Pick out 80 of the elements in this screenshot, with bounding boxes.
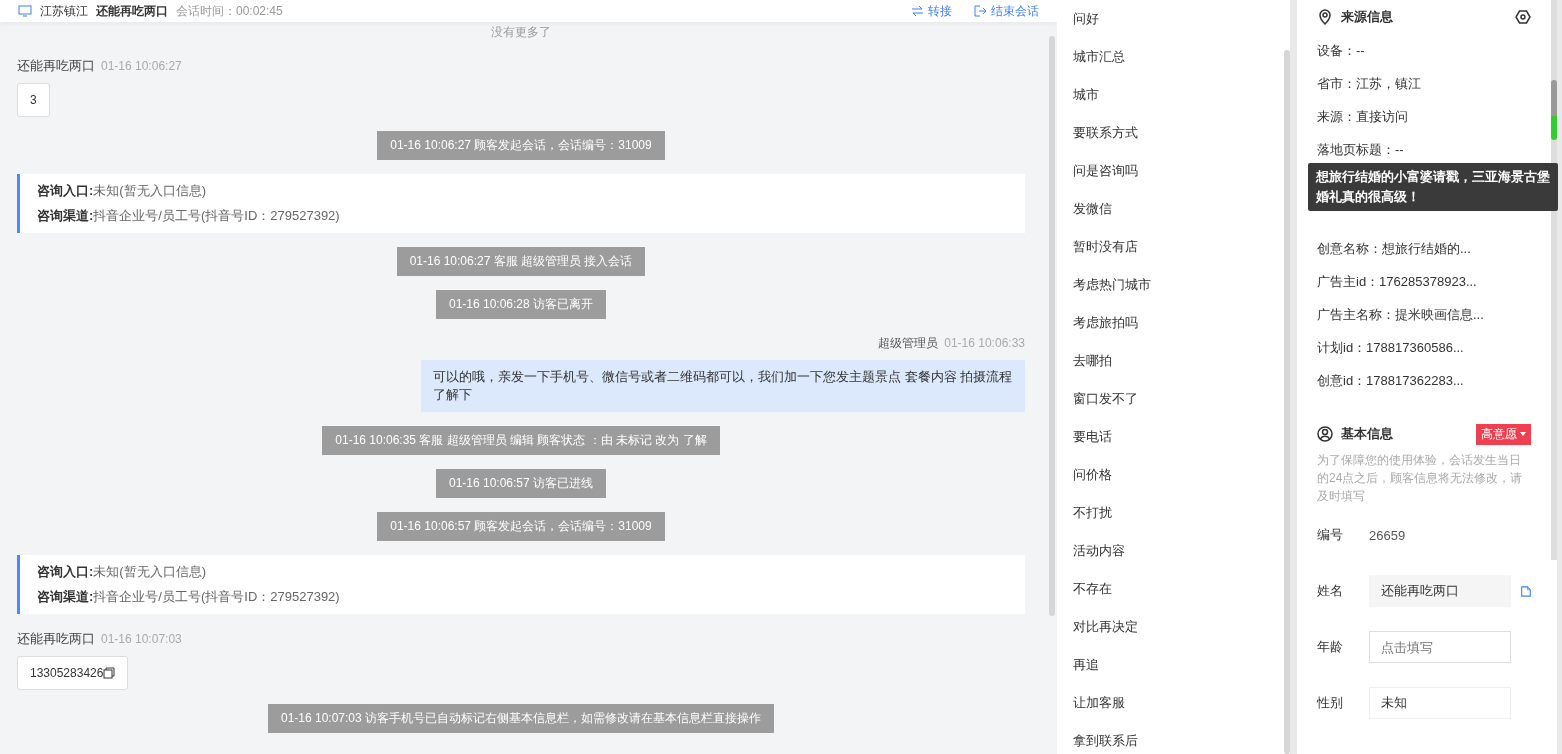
visitor-name: 还能再吃两口: [96, 2, 168, 20]
quick-reply-item[interactable]: 暂时没有店: [1073, 228, 1274, 266]
quick-reply-item[interactable]: 不打扰: [1073, 494, 1274, 532]
source-field: 创意id：178817362283...: [1317, 371, 1464, 390]
message-time: 01-16 10:06:27: [101, 59, 182, 73]
scrollbar[interactable]: [1049, 36, 1055, 616]
system-notice: 01-16 10:06:57 访客已进线: [435, 469, 607, 498]
quick-reply-item[interactable]: 再追: [1073, 646, 1274, 684]
message-time: 01-16 10:06:33: [944, 336, 1025, 350]
monitor-icon: [18, 5, 32, 17]
system-notice: 01-16 10:06:57 顾客发起会话，会话编号：31009: [377, 512, 665, 541]
system-notice: 01-16 10:06:27 顾客发起会话，会话编号：31009: [377, 131, 665, 160]
scrollbar[interactable]: [1551, 80, 1557, 140]
field-label: 姓名: [1317, 582, 1344, 600]
quick-reply-item[interactable]: 要联系方式: [1073, 114, 1274, 152]
system-notice: 01-16 10:07:03 访客手机号已自动标记右侧基本信息栏，如需修改请在基本信息栏直接操作: [267, 704, 775, 733]
quick-reply-item[interactable]: 问好: [1073, 0, 1274, 38]
system-notice: 01-16 10:06:28 访客已离开: [435, 290, 607, 319]
field-label: 年龄: [1317, 638, 1344, 656]
quick-reply-item[interactable]: 活动内容: [1073, 532, 1274, 570]
source-field: 来源：直接访问: [1317, 107, 1408, 126]
quick-reply-item[interactable]: 城市: [1073, 76, 1274, 114]
tooltip: 想旅行结婚的小富婆请戳，三亚海景古堡婚礼真的很高级！: [1308, 163, 1558, 211]
info-line: 咨询渠道:抖音企业号/员工号(抖音号ID：279527392): [37, 207, 341, 225]
input-field[interactable]: 点击填写: [1369, 631, 1511, 663]
scrollbar[interactable]: [1284, 50, 1290, 754]
source-field: 创意名称：想旅行结婚的...: [1317, 239, 1471, 258]
no-more-text: 没有更多了: [491, 24, 551, 41]
message-time: 01-16 10:07:03: [101, 632, 182, 646]
source-field: 省市：江苏，镇江: [1317, 74, 1421, 93]
quick-reply-item[interactable]: 考虑旅拍吗: [1073, 304, 1274, 342]
sender-name: 超级管理员: [878, 336, 939, 350]
notice-text: 为了保障您的使用体验，会话发生当日的24点之后，顾客信息将无法修改，请及时填写: [1317, 452, 1524, 505]
input-field[interactable]: 还能再吃两口: [1369, 575, 1511, 607]
quick-reply-item[interactable]: 去哪拍: [1073, 342, 1274, 380]
sender-name: 还能再吃两口: [17, 58, 95, 73]
source-field: 计划id：178817360586...: [1317, 338, 1464, 357]
quick-reply-item[interactable]: 问是咨询吗: [1073, 152, 1274, 190]
system-notice: 01-16 10:06:35 客服 超级管理员 编辑 顾客状态 ：由 未标记 改为 了解: [322, 426, 720, 455]
sender-name: 还能再吃两口: [17, 631, 95, 646]
source-field: 落地页标题：--: [1317, 140, 1404, 159]
exit-icon: [974, 5, 987, 17]
info-line: 咨询入口:未知(暂无入口信息): [37, 563, 207, 581]
select-field[interactable]: 未知: [1369, 687, 1511, 719]
session-duration: 会话时间：00:02:45: [176, 2, 283, 20]
visitor-location: 江苏镇江: [40, 2, 88, 20]
swap-arrows-icon: [911, 5, 924, 17]
info-line: 咨询渠道:抖音企业号/员工号(抖音号ID：279527392): [37, 588, 341, 606]
quick-reply-item[interactable]: 发微信: [1073, 190, 1274, 228]
message-bubble: 13305283426: [17, 656, 129, 690]
message-bubble: 可以的哦，亲发一下手机号、微信号或者二维码都可以，我们加一下您发主题景点 套餐内容 拍摄流程了解下: [421, 360, 1025, 412]
caret-icon: [1520, 432, 1526, 436]
source-field: 设备：--: [1317, 41, 1365, 60]
quick-reply-item[interactable]: 让加客服: [1073, 684, 1274, 722]
field-label: 编号: [1317, 526, 1344, 544]
quick-reply-item[interactable]: 不存在: [1073, 570, 1274, 608]
transfer-button[interactable]: 转接: [897, 2, 952, 20]
intent-tag[interactable]: 高意愿: [1476, 423, 1531, 445]
quick-reply-item[interactable]: 对比再决定: [1073, 608, 1274, 646]
quick-reply-item[interactable]: 窗口发不了: [1073, 380, 1274, 418]
field-value: 26659: [1369, 527, 1406, 543]
quick-reply-item[interactable]: 拿到联系后: [1073, 722, 1274, 754]
end-session-button[interactable]: 结束会话: [960, 2, 1039, 20]
settings-icon[interactable]: [1515, 9, 1531, 25]
quick-reply-item[interactable]: 城市汇总: [1073, 38, 1274, 76]
section-title: 来源信息: [1341, 8, 1393, 26]
system-notice: 01-16 10:06:27 客服 超级管理员 接入会话: [396, 247, 646, 276]
location-pin-icon: [1317, 9, 1333, 25]
source-field: 广告主id：176285378923...: [1317, 272, 1477, 291]
message-bubble: 3: [17, 83, 50, 117]
quick-reply-item[interactable]: 考虑热门城市: [1073, 266, 1274, 304]
user-icon: [1317, 426, 1333, 442]
source-field: 广告主名称：提米映画信息...: [1317, 305, 1484, 324]
document-icon[interactable]: [1521, 583, 1531, 599]
copy-icon[interactable]: [103, 667, 116, 679]
quick-reply-item[interactable]: 问价格: [1073, 456, 1274, 494]
quick-reply-item[interactable]: 要电话: [1073, 418, 1274, 456]
field-label: 性别: [1317, 694, 1344, 712]
info-line: 咨询入口:未知(暂无入口信息): [37, 182, 207, 200]
section-title: 基本信息: [1341, 425, 1393, 443]
